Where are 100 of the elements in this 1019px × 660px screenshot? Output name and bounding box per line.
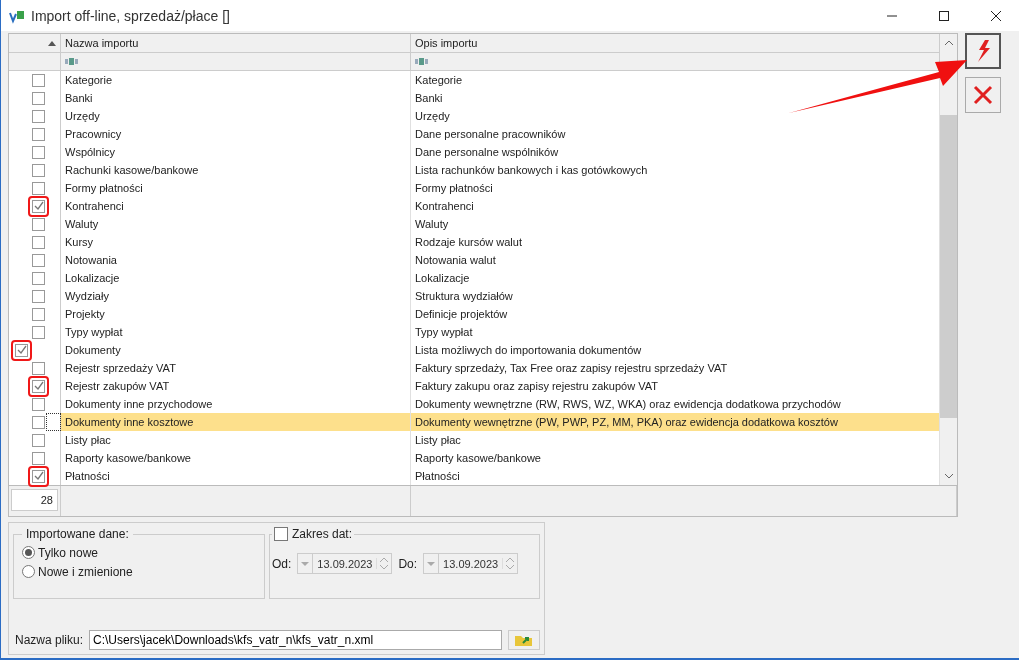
table-cell: Rejestr sprzedaży VAT [61,359,411,377]
spin-up-icon[interactable] [380,558,389,562]
table-cell: Dokumenty inne kosztowe [61,413,411,431]
checkbox[interactable] [32,73,45,87]
to-label: Do: [398,556,418,571]
scroll-up-icon[interactable] [944,40,953,45]
radio-option[interactable]: Tylko nowe [22,543,256,562]
checkbox[interactable] [32,451,45,465]
grid-row[interactable]: Lokalizacje Lokalizacje [9,269,940,287]
maximize-icon[interactable] [939,10,949,21]
grid-row[interactable]: Notowania Notowania walut [9,251,940,269]
spin-up-icon[interactable] [506,558,515,562]
checkbox[interactable] [32,127,45,141]
grid-row[interactable]: Listy płac Listy płac [9,431,940,449]
grid-row[interactable]: Raporty kasowe/bankowe Raporty kasowe/bankowe [9,449,940,467]
checkbox[interactable] [15,343,28,357]
checkbox[interactable] [32,181,45,195]
spin-down-icon[interactable] [380,565,389,569]
table-cell: Raporty kasowe/bankowe [61,449,411,467]
spin-down-icon[interactable] [506,565,515,569]
text-filter-icon[interactable] [415,58,429,65]
table-cell: Lokalizacje [61,269,411,287]
grid-row[interactable]: Rejestr zakupów VAT Faktury zakupu oraz zapisy rejestru zakupów VAT [9,377,940,395]
checkbox[interactable] [32,379,45,393]
folder-icon [514,633,534,647]
table-cell: Waluty [61,215,411,233]
column-header[interactable]: Nazwa importu [61,34,411,53]
date-field[interactable]: 13.09.2023 [423,553,519,574]
grid-row[interactable]: Wspólnicy Dane personalne wspólników [9,143,940,161]
cancel-button[interactable] [965,77,1001,113]
filter-cell[interactable] [9,53,61,71]
checkbox[interactable] [32,145,45,159]
table-cell: Urzędy [61,107,411,125]
file-label: Nazwa pliku: [15,633,84,647]
checkbox[interactable] [274,527,288,541]
checkbox[interactable] [32,91,45,105]
checkbox[interactable] [32,217,45,231]
file-path-field[interactable]: C:\Users\jacek\Downloads\kfs_vatr_n\kfs_vatr_n.xml [89,630,502,650]
grid-row[interactable]: Kontrahenci Kontrahenci [9,197,940,215]
from-label: Od: [272,556,292,571]
table-cell: Wspólnicy [61,143,411,161]
grid-row[interactable]: Dokumenty Lista możliwych do importowania dokumentów [9,341,940,359]
date-field[interactable]: 13.09.2023 [297,553,393,574]
table-cell: Listy płac [61,431,411,449]
checkbox[interactable] [32,199,45,213]
checkbox[interactable] [32,415,45,429]
scroll-down-icon[interactable] [944,474,953,479]
grid-row[interactable]: Typy wypłat Typy wypłat [9,323,940,341]
grid-row[interactable]: Wydziały Struktura wydziałów [9,287,940,305]
checkbox[interactable] [32,469,45,483]
table-cell: Notowania [61,251,411,269]
cross-icon [973,85,993,105]
checkbox[interactable] [32,109,45,123]
selected-row[interactable]: Dokumenty inne kosztowe Dokumenty wewnętrzne (PW, PWP, PZ, MM, PKA) oraz ewidencja dodatkowa kosztów [9,413,940,431]
checkbox[interactable] [32,361,45,375]
table-cell: Formy płatności [61,179,411,197]
vertical-scrollbar[interactable] [940,34,957,485]
column-header[interactable]: Opis importu [411,34,940,53]
grid-row[interactable]: Rachunki kasowe/bankowe Lista rachunków bankowych i kas gotówkowych [9,161,940,179]
dropdown-icon[interactable] [427,561,436,566]
filter-cell[interactable] [411,53,940,71]
table-cell: Typy wypłat [61,323,411,341]
table-cell: Kursy [61,233,411,251]
grid-row[interactable]: Formy płatności Formy płatności [9,179,940,197]
sort-ascending-icon[interactable] [48,40,56,46]
table-cell: Rejestr zakupów VAT [61,377,411,395]
row-count: 28 [11,489,58,511]
checkbox[interactable] [32,271,45,285]
checkbox[interactable] [32,307,45,321]
dropdown-icon[interactable] [301,561,310,566]
table-cell: Projekty [61,305,411,323]
table-cell: Dokumenty wewnętrzne (PW, PWP, PZ, MM, PKA) oraz ewidencja dodatkowa kosztów [411,413,940,431]
table-cell: Dokumenty [61,341,411,359]
table-cell: Pracownicy [61,125,411,143]
grid-row[interactable]: Rejestr sprzedaży VAT Faktury sprzedaży, Tax Free oraz zapisy rejestru sprzedaży VAT [9,359,940,377]
checkbox[interactable] [32,325,45,339]
browse-button[interactable] [508,630,540,650]
group-label: Importowane dane: [25,527,130,541]
text-filter-icon[interactable] [65,58,79,65]
filter-cell[interactable] [61,53,411,71]
table-cell: Kategorie [61,71,411,89]
checkbox[interactable] [32,235,45,249]
checkbox[interactable] [32,163,45,177]
group-label: Zakres dat: [292,527,353,541]
table-cell: Rachunki kasowe/bankowe [61,161,411,179]
radio-option[interactable]: Nowe i zmienione [22,562,256,581]
table-cell: Banki [61,89,411,107]
checkbox[interactable] [32,397,45,411]
grid-row[interactable]: Pracownicy Dane personalne pracowników [9,125,940,143]
close-icon[interactable] [991,10,1001,21]
table-cell: Kontrahenci [61,197,411,215]
checkbox[interactable] [32,433,45,447]
table-cell: Wydziały [61,287,411,305]
grid-row[interactable]: Waluty Waluty [9,215,940,233]
checkbox[interactable] [32,289,45,303]
grid-row[interactable]: Projekty Definicje projektów [9,305,940,323]
run-import-button[interactable] [965,33,1001,69]
checkbox[interactable] [32,253,45,267]
grid-row[interactable]: Kursy Rodzaje kursów walut [9,233,940,251]
window-title: Import off-line, sprzedaż/płace [] [31,7,230,24]
